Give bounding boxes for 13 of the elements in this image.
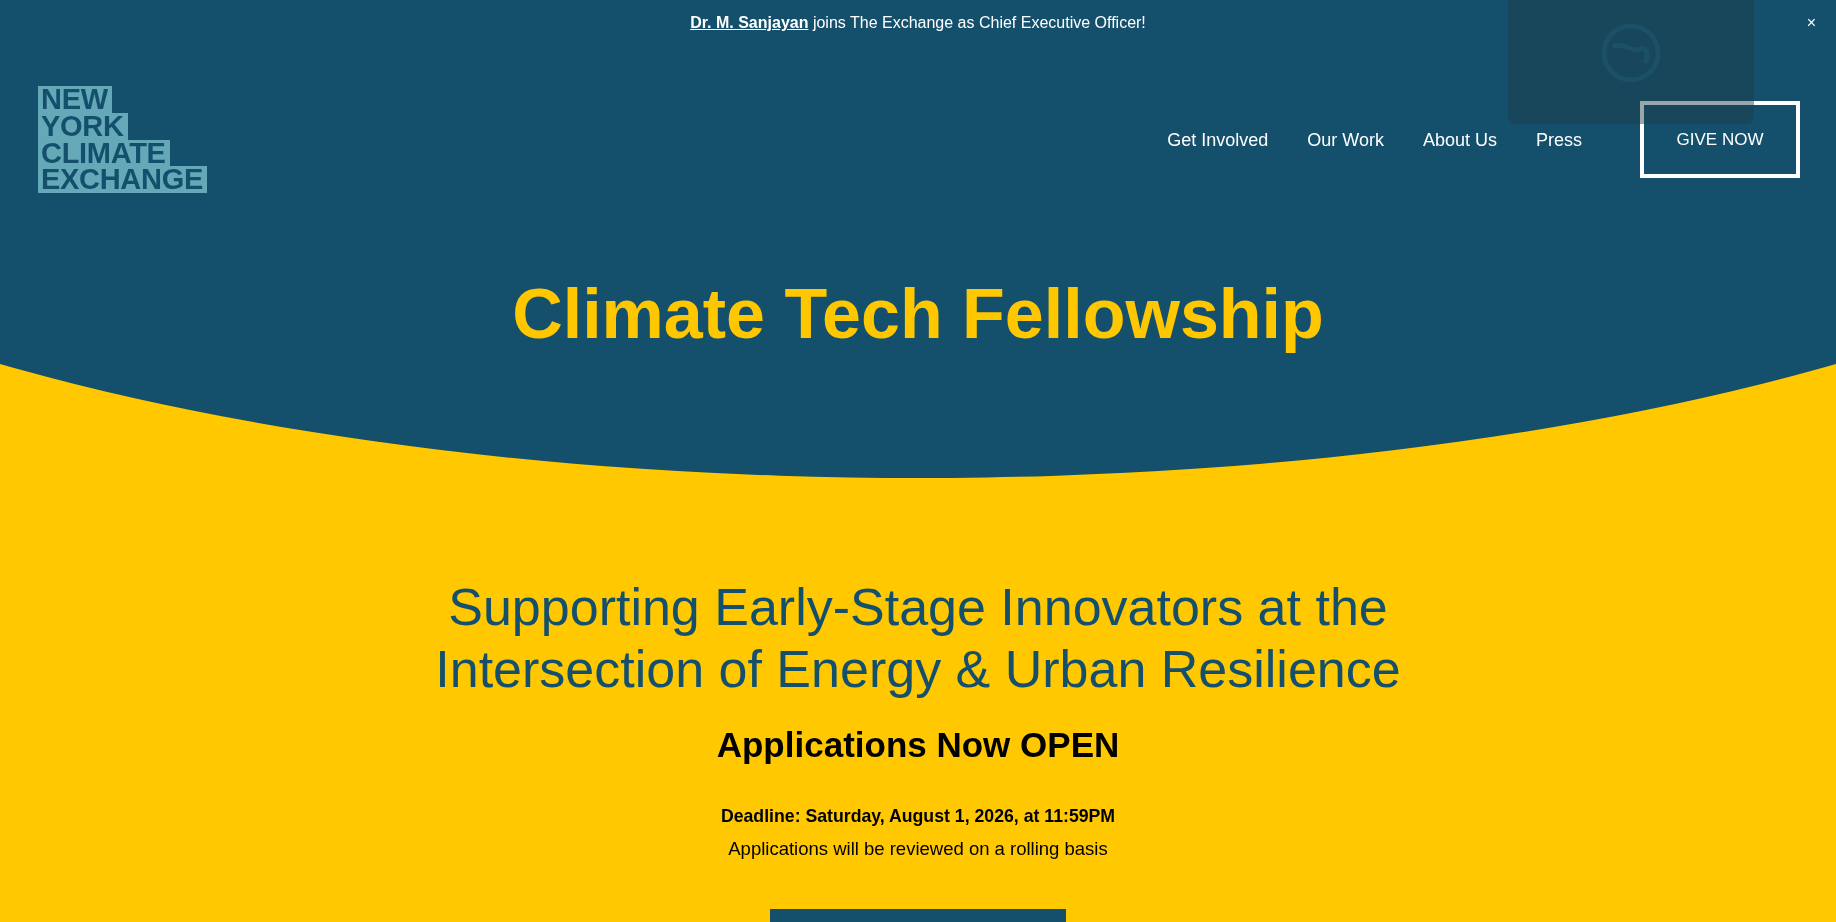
nav-link[interactable]: Get Involved [1167,128,1269,151]
announcement-text: Dr. M. Sanjayan joins The Exchange as Chief Executive Officer! [690,13,1146,33]
give-now-button[interactable]: GIVE NOW [1640,101,1800,178]
nav-link[interactable]: About Us [1422,128,1497,151]
nav-link[interactable]: Press [1536,128,1582,151]
page-title: Climate Tech Fellowship [511,274,1325,355]
status-heading: Applications Now OPEN [716,724,1120,766]
note-text: Applications will be reviewed on a rolling basis [728,837,1108,861]
deadline-text: Deadline: Saturday, August 1, 2026, at 11:59PM [720,805,1116,828]
close-button[interactable]: × [1802,13,1820,33]
nav-link[interactable]: Our Work [1307,128,1384,151]
subtitle: Supporting Early-Stage Innovators at the Intersection of Energy & Urban Resilience [434,577,1402,700]
announcement-link[interactable]: Dr. M. Sanjayan [690,14,809,31]
